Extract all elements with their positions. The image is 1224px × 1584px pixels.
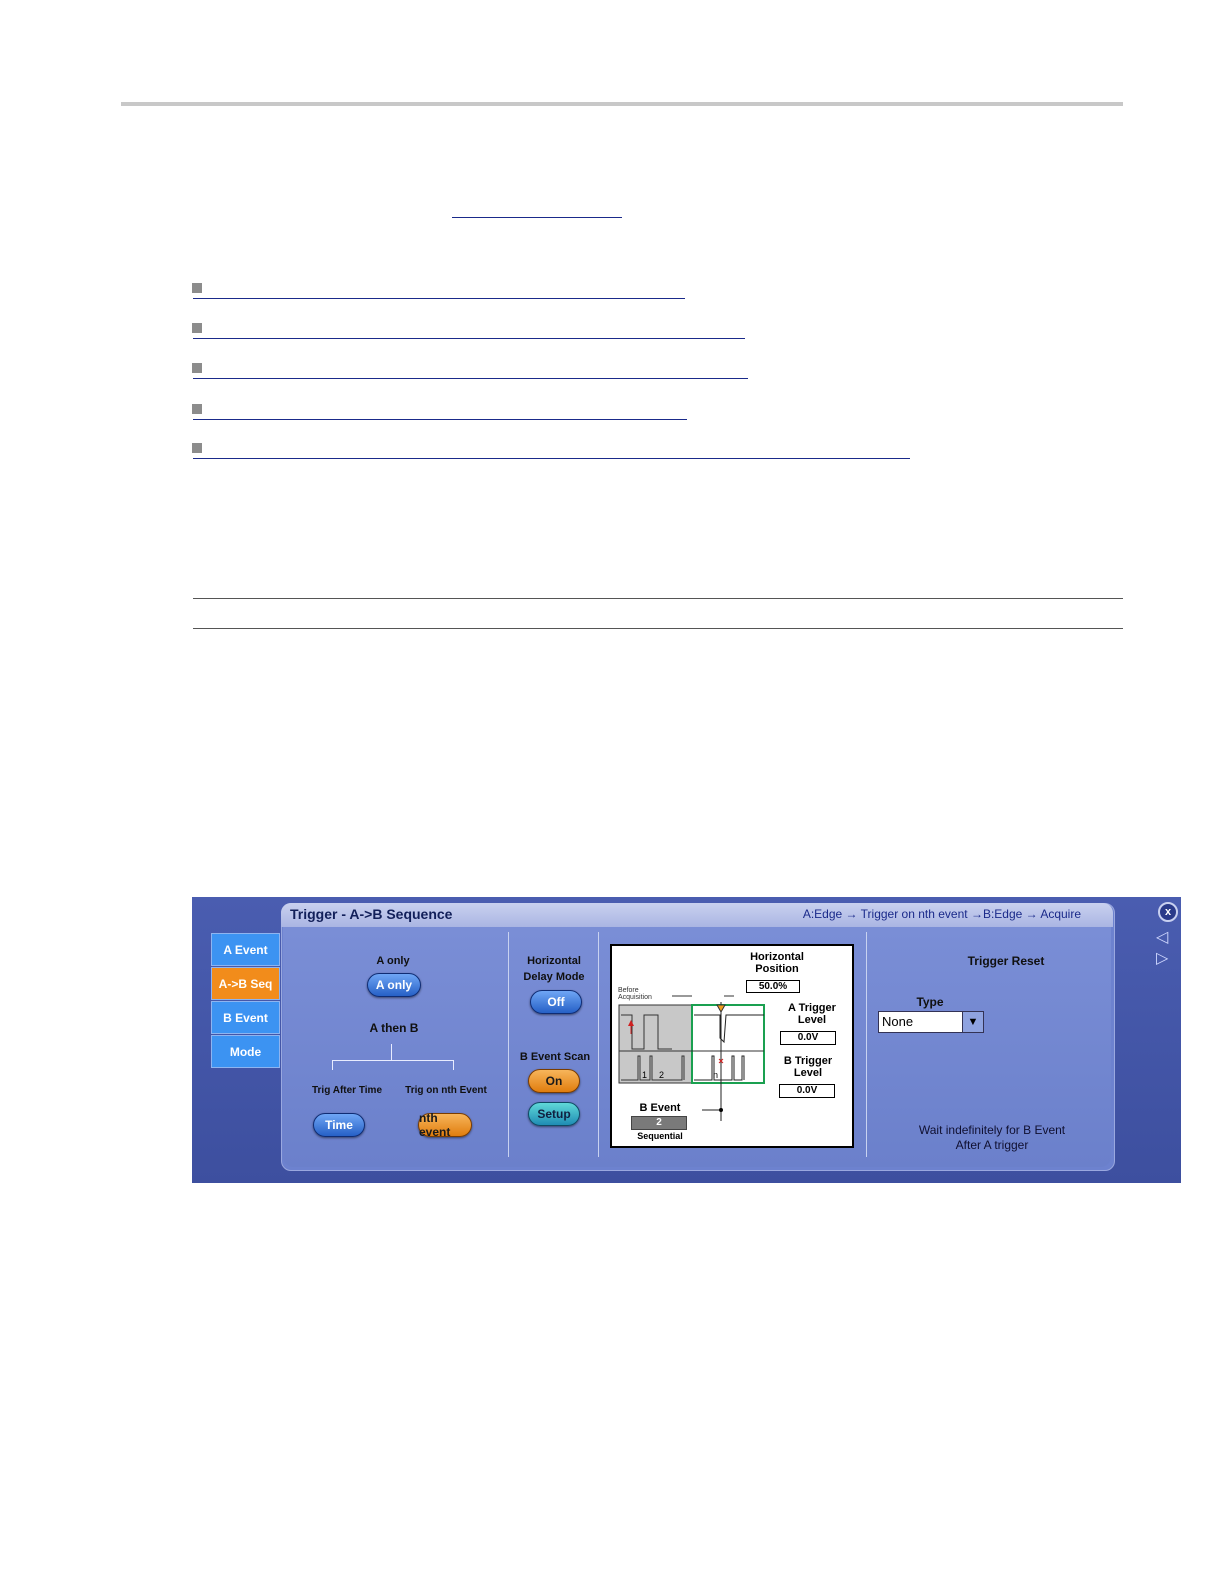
tab-a-event[interactable]: A Event xyxy=(211,933,280,966)
bracket-bar xyxy=(332,1060,454,1061)
horizontal-delay-label-line1: Horizontal xyxy=(527,955,581,967)
trigger-reset-status: Wait indefinitely for B Event After A tr… xyxy=(892,1123,1092,1153)
b-trigger-level-label: B Trigger Level xyxy=(768,1055,848,1079)
a-then-b-label: A then B xyxy=(369,1021,419,1035)
sequential-label: Sequential xyxy=(637,1131,683,1141)
b-event-scan-label: B Event Scan xyxy=(519,1051,591,1063)
trig-nth-event-label: Trig on nth Event xyxy=(405,1085,487,1096)
list-bullet xyxy=(192,363,202,373)
list-link[interactable] xyxy=(193,298,685,299)
next-arrow-icon[interactable]: ▷ xyxy=(1156,948,1168,968)
horizontal-delay-label-line2: Delay Mode xyxy=(523,971,585,983)
close-button[interactable]: x xyxy=(1158,902,1178,922)
b-trigger-level-value: 0.0V xyxy=(779,1084,835,1098)
status-line-1: Wait indefinitely for B Event xyxy=(918,1123,1066,1137)
type-label: Type xyxy=(916,995,944,1009)
list-bullet xyxy=(192,283,202,293)
status-line-2: After A trigger xyxy=(955,1138,1029,1152)
tab-ab-seq[interactable]: A->B Seq xyxy=(211,967,280,1000)
scan-on-button[interactable]: On xyxy=(528,1069,580,1093)
horizontal-delay-label: Horizontal Delay Mode xyxy=(514,955,594,983)
pulse-label-n: n xyxy=(713,1070,719,1080)
dropdown-arrow-icon[interactable]: ▼ xyxy=(962,1012,983,1032)
trigger-diagram: Horizontal Position 50.0% Before Acquisi… xyxy=(610,944,854,1148)
tab-mode[interactable]: Mode xyxy=(211,1035,280,1068)
bracket-left xyxy=(332,1060,333,1070)
type-dropdown-value: None xyxy=(882,1014,914,1029)
trigger-reset-label: Trigger Reset xyxy=(967,954,1045,968)
link-underline[interactable] xyxy=(452,217,622,218)
b-trigger-label-line1: B Trigger xyxy=(783,1055,833,1067)
bracket-right xyxy=(453,1060,454,1070)
note-rule-bottom xyxy=(193,628,1123,629)
setup-button[interactable]: Setup xyxy=(528,1102,580,1126)
tab-b-event[interactable]: B Event xyxy=(211,1001,280,1034)
a-trigger-level-value: 0.0V xyxy=(780,1031,836,1045)
b-trigger-label-line2: Level xyxy=(793,1067,823,1079)
a-trigger-label-line2: Level xyxy=(797,1014,827,1026)
type-dropdown[interactable]: None ▼ xyxy=(878,1011,984,1033)
pulse-label-1: 1 xyxy=(642,1070,648,1080)
a-only-label: A only xyxy=(376,955,410,967)
b-event-value[interactable]: 2 xyxy=(631,1116,687,1130)
trigger-sequence-breadcrumb: A:Edge → Trigger on nth event →B:Edge → … xyxy=(802,907,1081,921)
divider xyxy=(598,932,599,1157)
note-rule-top xyxy=(193,598,1123,599)
a-only-button[interactable]: A only xyxy=(367,973,421,997)
header-rule xyxy=(121,102,1123,106)
list-link[interactable] xyxy=(193,458,910,459)
bracket-stem xyxy=(391,1044,392,1060)
panel-title: Trigger - A->B Sequence xyxy=(290,906,453,922)
pulse-label-2: 2 xyxy=(659,1070,665,1080)
divider xyxy=(866,932,867,1157)
list-bullet xyxy=(192,404,202,414)
list-link[interactable] xyxy=(193,338,745,339)
nth-event-button[interactable]: nth event xyxy=(418,1111,472,1139)
time-button[interactable]: Time xyxy=(313,1113,365,1137)
delay-mode-off-button[interactable]: Off xyxy=(530,990,582,1014)
list-link[interactable] xyxy=(193,378,748,379)
trigger-control-window: Trigger - A->B Sequence A:Edge → Trigger… xyxy=(192,897,1181,1183)
b-event-label: B Event xyxy=(639,1102,681,1114)
a-trigger-label-line1: A Trigger xyxy=(788,1002,836,1014)
a-trigger-level-label: A Trigger Level xyxy=(772,1002,852,1026)
prev-arrow-icon[interactable]: ◁ xyxy=(1156,927,1168,947)
list-link[interactable] xyxy=(193,419,687,420)
divider xyxy=(508,932,509,1157)
trig-after-time-label: Trig After Time xyxy=(311,1085,382,1096)
list-bullet xyxy=(192,323,202,333)
list-bullet xyxy=(192,443,202,453)
